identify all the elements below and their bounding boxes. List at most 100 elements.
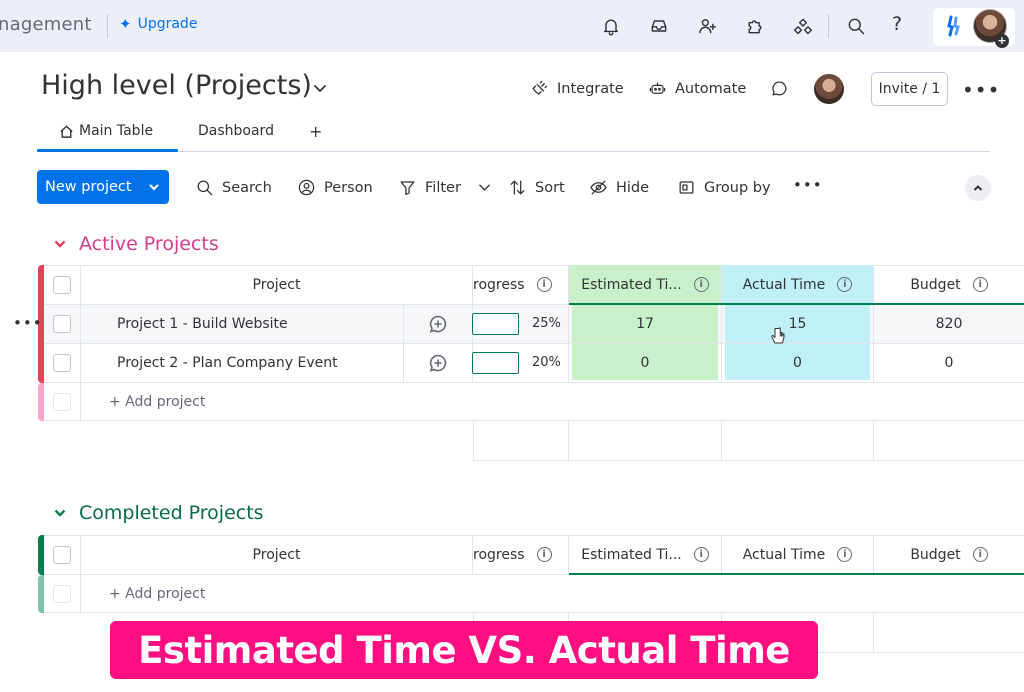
column-header-actual-time[interactable]: Actual Time i <box>722 535 874 575</box>
add-row-checkbox <box>53 392 71 411</box>
chevron-down-icon[interactable] <box>53 237 67 251</box>
column-header-progress[interactable]: rogress i <box>473 265 569 305</box>
board-title[interactable]: High level (Projects) <box>41 70 312 101</box>
automate-label: Automate <box>675 80 747 97</box>
budget-cell[interactable]: 0 <box>874 344 1024 383</box>
column-header-estimated-time[interactable]: Estimated Ti... i <box>569 535 722 575</box>
table-row-project-name[interactable]: Project 2 - Plan Company Event <box>81 344 403 383</box>
row-more-options[interactable]: ••• <box>13 314 43 332</box>
column-header-project[interactable]: Project <box>81 535 473 575</box>
add-project-row[interactable]: + Add project <box>81 383 1024 421</box>
sort-label: Sort <box>535 179 565 196</box>
info-icon[interactable]: i <box>837 277 853 292</box>
add-project-row[interactable]: + Add project <box>81 575 1024 613</box>
filter-button[interactable]: Filter <box>398 178 494 197</box>
tab-dashboard[interactable]: Dashboard <box>198 123 274 139</box>
summary-cell <box>722 421 874 461</box>
summary-cell <box>874 421 1024 461</box>
column-header-project[interactable]: Project <box>81 265 473 305</box>
search-label: Search <box>222 179 272 196</box>
column-header-label: Budget <box>910 546 961 563</box>
add-update-icon[interactable] <box>428 314 448 334</box>
collapse-header-button[interactable] <box>965 175 991 201</box>
info-icon[interactable]: i <box>693 547 709 562</box>
upgrade-label: Upgrade <box>137 16 198 32</box>
actual-time-cell[interactable]: 15 <box>722 305 874 344</box>
info-icon[interactable]: i <box>972 277 988 292</box>
estimated-time-cell[interactable]: 0 <box>569 344 722 383</box>
add-account-icon[interactable]: + <box>995 34 1009 48</box>
column-header-estimated-time[interactable]: Estimated Ti... i <box>569 265 722 305</box>
group-by-button[interactable]: Group by <box>677 178 771 197</box>
tab-label: Main Table <box>79 123 154 139</box>
column-header-progress[interactable]: rogress i <box>473 535 569 575</box>
new-project-button[interactable]: New project <box>37 170 169 204</box>
upgrade-button[interactable]: ✦ Upgrade <box>119 16 197 32</box>
info-icon[interactable]: i <box>972 547 988 562</box>
notifications-bell-icon[interactable] <box>598 13 624 39</box>
sort-arrows-icon <box>510 180 525 195</box>
select-all-checkbox[interactable] <box>53 275 71 294</box>
active-tab-indicator <box>37 149 178 152</box>
table-row-project-name[interactable]: Project 1 - Build Website <box>81 305 403 344</box>
row-checkbox[interactable] <box>53 354 71 372</box>
select-all-cell <box>44 265 81 305</box>
chat-bubble-icon <box>772 81 787 96</box>
updates-button[interactable] <box>770 79 789 98</box>
new-project-dropdown[interactable] <box>139 180 169 194</box>
add-view-button[interactable]: + <box>309 122 322 141</box>
board-more-options[interactable]: ••• <box>962 78 1000 102</box>
workflows-icon[interactable] <box>790 13 816 39</box>
column-header-label: rogress <box>473 546 525 563</box>
toolbar-more-options[interactable]: ••• <box>793 176 823 194</box>
inbox-icon[interactable] <box>646 13 672 39</box>
tab-main-table[interactable]: Main Table <box>59 123 153 139</box>
column-header-actual-time[interactable]: Actual Time i <box>722 265 874 305</box>
integrate-label: Integrate <box>557 80 624 97</box>
chevron-up-icon <box>973 185 983 191</box>
row-checkbox[interactable] <box>53 315 71 333</box>
info-icon[interactable]: i <box>536 277 552 292</box>
hide-button[interactable]: Hide <box>589 178 649 197</box>
select-all-checkbox[interactable] <box>53 545 71 564</box>
column-header-budget[interactable]: Budget i <box>874 265 1024 305</box>
column-header-label: Actual Time <box>742 276 826 293</box>
invite-button[interactable]: Invite / 1 <box>871 72 948 106</box>
group-by-label: Group by <box>704 179 771 196</box>
chevron-down-icon[interactable] <box>312 80 328 96</box>
tab-label: Dashboard <box>198 123 274 139</box>
row-updates-cell[interactable] <box>403 305 473 344</box>
info-icon[interactable]: i <box>536 547 552 562</box>
group-title-active-projects[interactable]: Active Projects <box>53 233 219 255</box>
column-header-label: Estimated Ti... <box>581 276 682 293</box>
invite-member-icon[interactable] <box>694 13 720 39</box>
filter-funnel-icon <box>400 181 415 195</box>
summary-cell <box>473 421 569 461</box>
board-owner-avatar[interactable] <box>814 74 844 104</box>
info-icon[interactable]: i <box>837 547 853 562</box>
top-bar-separator <box>828 14 829 38</box>
integrate-button[interactable]: Integrate <box>530 79 624 98</box>
search-button[interactable]: Search <box>195 178 272 197</box>
budget-cell[interactable]: 820 <box>874 305 1024 344</box>
search-icon[interactable] <box>843 13 869 39</box>
chevron-down-icon[interactable] <box>53 506 67 520</box>
add-project-label: + Add project <box>109 393 206 410</box>
home-icon <box>60 124 73 138</box>
column-header-budget[interactable]: Budget i <box>874 535 1024 575</box>
actual-time-cell[interactable]: 0 <box>722 344 874 383</box>
info-icon[interactable]: i <box>693 277 709 292</box>
automate-button[interactable]: Automate <box>648 79 746 98</box>
add-update-icon[interactable] <box>428 353 448 373</box>
chevron-down-icon[interactable] <box>475 178 494 197</box>
sort-button[interactable]: Sort <box>508 178 565 197</box>
help-icon[interactable]: ? <box>892 13 902 35</box>
person-filter-button[interactable]: Person <box>297 178 373 197</box>
chevron-down-icon <box>149 184 159 191</box>
group-title-completed-projects[interactable]: Completed Projects <box>53 502 264 524</box>
summary-cell <box>569 421 722 461</box>
top-bar-divider <box>107 14 108 38</box>
estimated-time-cell[interactable]: 17 <box>569 305 722 344</box>
apps-puzzle-icon[interactable] <box>742 13 768 39</box>
row-updates-cell[interactable] <box>403 344 473 383</box>
